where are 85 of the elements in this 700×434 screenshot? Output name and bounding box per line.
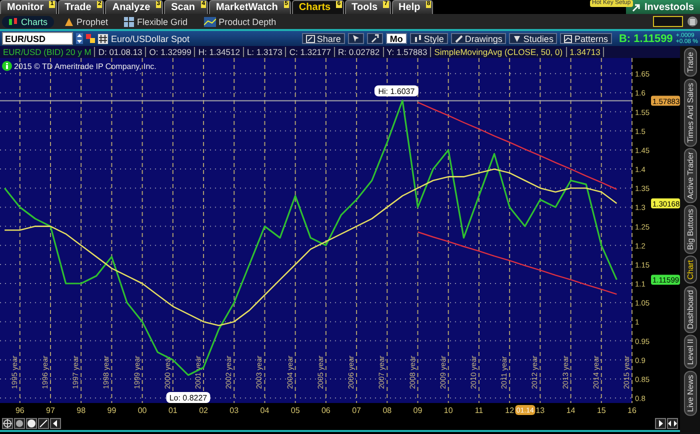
- date-axis-label: 13: [536, 406, 545, 415]
- view-tab[interactable]: Product Depth: [198, 16, 282, 28]
- study-value: 1.34713: [566, 47, 604, 57]
- menu-icon[interactable]: [687, 16, 698, 27]
- expand-button[interactable]: [655, 418, 666, 429]
- bar-value: H: 1.34512: [195, 47, 244, 57]
- style-button[interactable]: Style: [410, 33, 448, 44]
- bid-price: B: 1.11599: [618, 32, 673, 44]
- annotation: Hi: 1.6037: [378, 86, 416, 96]
- right-arrow-icon: [656, 419, 665, 428]
- date-axis-label: 10: [444, 406, 453, 415]
- studies-button[interactable]: Studies: [509, 33, 558, 44]
- price-bubble: Lo: 0.8227: [166, 392, 210, 403]
- date-axis-label: 99: [107, 406, 116, 415]
- bar-value: L: 1.3173: [244, 47, 286, 57]
- date-axis-label: 14: [566, 406, 576, 415]
- side-tab[interactable]: Active Trader: [684, 148, 696, 204]
- drawings-button[interactable]: Drawings: [450, 33, 506, 44]
- line-icon: [39, 419, 48, 428]
- side-tab[interactable]: Dashboard: [684, 286, 696, 334]
- date-axis-label: 98: [76, 406, 86, 415]
- chart-icon: [204, 16, 216, 26]
- side-tab[interactable]: Chart: [684, 256, 696, 284]
- aggregation-button[interactable]: Mo: [386, 33, 407, 44]
- hash-icon[interactable]: [98, 34, 108, 44]
- crosshair-icon: [3, 419, 12, 428]
- date-axis-label: 12: [505, 406, 514, 415]
- side-tab[interactable]: Times And Sales: [684, 78, 696, 146]
- bar-value: R: 0.02782: [334, 47, 384, 57]
- side-tab[interactable]: Live News: [684, 370, 696, 416]
- grid-icon: [124, 16, 134, 26]
- bar-value: C: 1.32177: [286, 47, 335, 57]
- info-icon[interactable]: [2, 61, 12, 71]
- date-axis-label: 07: [352, 406, 361, 415]
- bar-value: Y: 1.57883: [384, 47, 432, 57]
- resize-button[interactable]: [667, 418, 678, 429]
- date-axis-label: 04: [260, 406, 270, 415]
- collapse-button[interactable]: [50, 418, 61, 429]
- study-label: SimpleMovingAvg (CLOSE, 50, 0): [431, 47, 567, 57]
- triangle-icon: [64, 16, 74, 26]
- bar-value: D: 01.08.13: [95, 47, 146, 57]
- drawing-tools-button[interactable]: [348, 33, 364, 44]
- side-tab[interactable]: Trade: [684, 48, 696, 77]
- date-axis-label: 00: [138, 406, 147, 415]
- side-tab[interactable]: Big Buttons: [684, 205, 696, 254]
- arrow-icon: [632, 2, 641, 12]
- pattern-icon: [564, 34, 572, 42]
- spinner-icon[interactable]: [76, 33, 83, 44]
- symbol-description: Euro/USDollar Spot: [111, 34, 190, 44]
- date-axis-label: 02: [199, 406, 208, 415]
- date-axis-label: 16: [628, 406, 636, 415]
- candlestick-icon: [414, 34, 422, 42]
- line-tool-button[interactable]: [38, 418, 49, 429]
- date-axis-label: 96: [15, 406, 24, 415]
- date-axis-label: 11: [474, 406, 484, 415]
- layout-selector[interactable]: [653, 16, 683, 27]
- symbol-field[interactable]: EUR/USD: [2, 32, 73, 45]
- date-axis-label: 06: [322, 406, 330, 415]
- settings-button[interactable]: [366, 33, 383, 44]
- date-axis-label: 01: [168, 406, 178, 415]
- candlestick-icon: [8, 16, 18, 26]
- crosshair-button[interactable]: [2, 418, 13, 429]
- share-button[interactable]: Share: [302, 33, 345, 44]
- share-icon: [306, 34, 315, 42]
- date-axis-label: 03: [230, 406, 239, 415]
- view-tab[interactable]: Flexible Grid: [118, 16, 194, 28]
- bar-value: O: 1.32999: [146, 47, 196, 57]
- date-axis-label: 05: [290, 406, 300, 415]
- view-tab[interactable]: Prophet: [58, 16, 114, 28]
- date-axis-label: 97: [46, 406, 55, 415]
- annotation: Lo: 0.8227: [169, 394, 208, 402]
- copyright-notice: 2015 © TD Ameritrade IP Company, Inc.: [14, 62, 156, 70]
- zoom-button[interactable]: [26, 418, 37, 429]
- side-tab[interactable]: Level II: [684, 335, 696, 369]
- date-axis-label: 08: [382, 406, 392, 415]
- zoom-button[interactable]: [14, 418, 25, 429]
- left-arrow-icon: [51, 419, 60, 428]
- patterns-button[interactable]: Patterns: [560, 33, 612, 44]
- series-label: EUR/USD (BID) 20 y M: [0, 47, 96, 57]
- date-axis-label: 15: [596, 406, 606, 415]
- date-axis-label: 09: [413, 406, 422, 415]
- double-arrow-icon: [668, 419, 677, 428]
- pencil-icon: [454, 34, 463, 42]
- view-tab[interactable]: Charts: [2, 16, 54, 28]
- pointer-icon: [352, 34, 360, 43]
